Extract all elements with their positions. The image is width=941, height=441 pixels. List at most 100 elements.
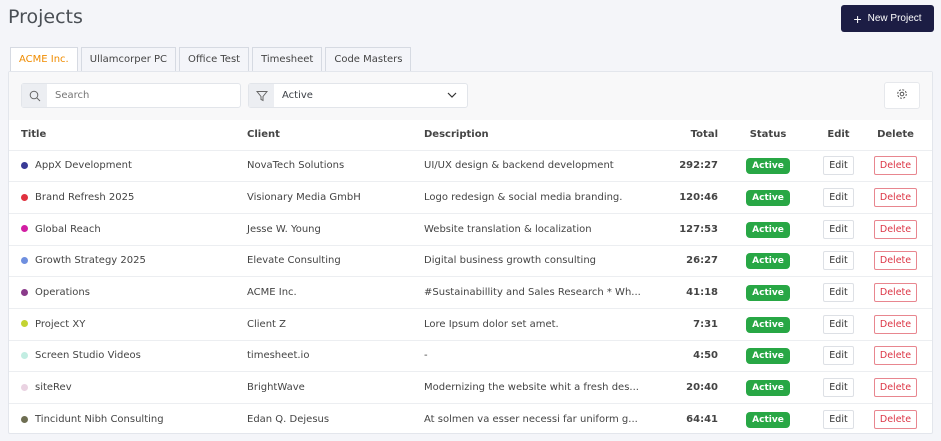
status-badge: Active: [746, 348, 790, 365]
status-badge: Active: [746, 412, 790, 429]
col-total[interactable]: Total: [648, 120, 718, 151]
gear-icon: [896, 88, 908, 103]
table-row[interactable]: Tincidunt Nibh Consulting Edan Q. Dejesu…: [9, 404, 932, 436]
search-input[interactable]: [47, 84, 240, 107]
delete-button[interactable]: Delete: [873, 156, 918, 176]
project-title[interactable]: AppX Development: [35, 160, 132, 171]
project-title[interactable]: siteRev: [35, 382, 72, 393]
project-color-dot: [21, 320, 28, 328]
tab-ullamcorper[interactable]: Ullamcorper PC: [80, 47, 177, 71]
project-title[interactable]: Growth Strategy 2025: [35, 255, 146, 266]
project-description: Lore Ipsum dolor set amet.: [424, 308, 648, 341]
delete-button[interactable]: Delete: [873, 410, 918, 430]
settings-button[interactable]: [884, 82, 920, 109]
table-row[interactable]: Growth Strategy 2025 Elevate Consulting …: [9, 245, 932, 278]
table-row[interactable]: Brand Refresh 2025 Visionary Media GmbH …: [9, 181, 932, 214]
tab-office-test[interactable]: Office Test: [179, 47, 250, 71]
col-client[interactable]: Client: [247, 120, 424, 151]
project-title[interactable]: Operations: [35, 287, 90, 298]
edit-button[interactable]: Edit: [823, 219, 854, 239]
toolbar: Active: [9, 72, 932, 120]
status-badge: Active: [746, 190, 790, 207]
project-description: Logo redesign & social media branding.: [424, 181, 648, 214]
edit-button[interactable]: Edit: [823, 251, 854, 271]
status-filter-value: Active: [282, 90, 313, 101]
edit-button[interactable]: Edit: [823, 410, 854, 430]
project-description: #Sustainabillity and Sales Research * Wh…: [424, 276, 648, 309]
edit-button[interactable]: Edit: [823, 188, 854, 208]
project-color-dot: [21, 193, 28, 201]
status-badge: Active: [746, 316, 790, 333]
edit-button[interactable]: Edit: [823, 283, 854, 303]
tab-timesheet[interactable]: Timesheet: [252, 47, 323, 71]
table-row[interactable]: Screen Studio Videos timesheet.io - 4:50…: [9, 340, 932, 373]
delete-button[interactable]: Delete: [873, 219, 918, 239]
status-badge: Active: [746, 380, 790, 397]
project-color-dot: [21, 225, 28, 233]
chevron-down-icon: [447, 90, 457, 101]
project-color-dot: [21, 383, 28, 391]
project-color-dot: [21, 351, 28, 359]
status-badge: Active: [746, 158, 790, 175]
col-title[interactable]: Title: [9, 120, 247, 151]
search-box: [21, 83, 241, 108]
new-project-button[interactable]: + New Project: [841, 5, 934, 32]
col-status: Status: [718, 120, 818, 151]
status-badge: Active: [746, 221, 790, 238]
delete-button[interactable]: Delete: [873, 314, 918, 334]
project-title[interactable]: Screen Studio Videos: [35, 350, 141, 361]
table-row[interactable]: AppX Development NovaTech Solutions UI/U…: [9, 150, 932, 183]
project-description: Website translation & localization: [424, 213, 648, 246]
page-title: Projects: [8, 6, 83, 28]
total-time: 20:40: [648, 371, 718, 404]
status-badge: Active: [746, 253, 790, 270]
table-row[interactable]: Global Reach Jesse W. Young Website tran…: [9, 213, 932, 246]
project-title[interactable]: Project XY: [35, 319, 85, 330]
delete-button[interactable]: Delete: [873, 346, 918, 366]
total-time: 64:41: [686, 414, 718, 426]
table-row[interactable]: siteRev BrightWave Modernizing the websi…: [9, 371, 932, 404]
total-time: 120:46: [648, 181, 718, 214]
status-badge: Active: [746, 285, 790, 302]
project-color-dot: [21, 161, 28, 169]
client-name: Elevate Consulting: [247, 245, 424, 278]
delete-button[interactable]: Delete: [873, 283, 918, 303]
total-time: 292:27: [648, 150, 718, 183]
delete-button[interactable]: Delete: [873, 378, 918, 398]
edit-button[interactable]: Edit: [823, 346, 854, 366]
project-color-dot: [21, 256, 28, 264]
tab-code-masters[interactable]: Code Masters: [325, 47, 412, 71]
project-title[interactable]: Tincidunt Nibh Consulting: [35, 414, 164, 425]
project-description: Digital business growth consulting: [424, 245, 648, 278]
status-filter-select[interactable]: Active: [248, 83, 468, 108]
project-description: At solmen va esser necessi far uniform g…: [424, 414, 638, 426]
total-time: 127:53: [648, 213, 718, 246]
project-description: UI/UX design & backend development: [424, 150, 648, 183]
client-name: Visionary Media GmbH: [247, 181, 424, 214]
col-delete: Delete: [859, 120, 932, 151]
edit-button[interactable]: Edit: [823, 314, 854, 334]
client-name: NovaTech Solutions: [247, 150, 424, 183]
col-edit: Edit: [818, 120, 859, 151]
client-name: ACME Inc.: [247, 276, 424, 309]
delete-button[interactable]: Delete: [873, 188, 918, 208]
table-row[interactable]: Project XY Client Z Lore Ipsum dolor set…: [9, 308, 932, 341]
projects-panel: Active Title Client Description Total St…: [8, 71, 933, 434]
project-description: Modernizing the website whit a fresh des…: [424, 371, 648, 404]
project-title[interactable]: Global Reach: [35, 224, 101, 235]
project-description: -: [424, 340, 648, 373]
project-color-dot: [21, 288, 28, 296]
edit-button[interactable]: Edit: [823, 378, 854, 398]
delete-button[interactable]: Delete: [873, 251, 918, 271]
edit-button[interactable]: Edit: [823, 156, 854, 176]
project-title[interactable]: Brand Refresh 2025: [35, 192, 134, 203]
total-time: 4:50: [648, 340, 718, 373]
col-description[interactable]: Description: [424, 120, 648, 151]
plus-icon: +: [853, 10, 862, 27]
tab-acme[interactable]: ACME Inc.: [10, 47, 78, 71]
client-tabs: ACME Inc. Ullamcorper PC Office Test Tim…: [10, 47, 412, 71]
client-name: timesheet.io: [247, 340, 424, 373]
client-name: BrightWave: [247, 371, 424, 404]
total-time: 41:18: [648, 276, 718, 309]
table-row[interactable]: Operations ACME Inc. #Sustainabillity an…: [9, 276, 932, 309]
